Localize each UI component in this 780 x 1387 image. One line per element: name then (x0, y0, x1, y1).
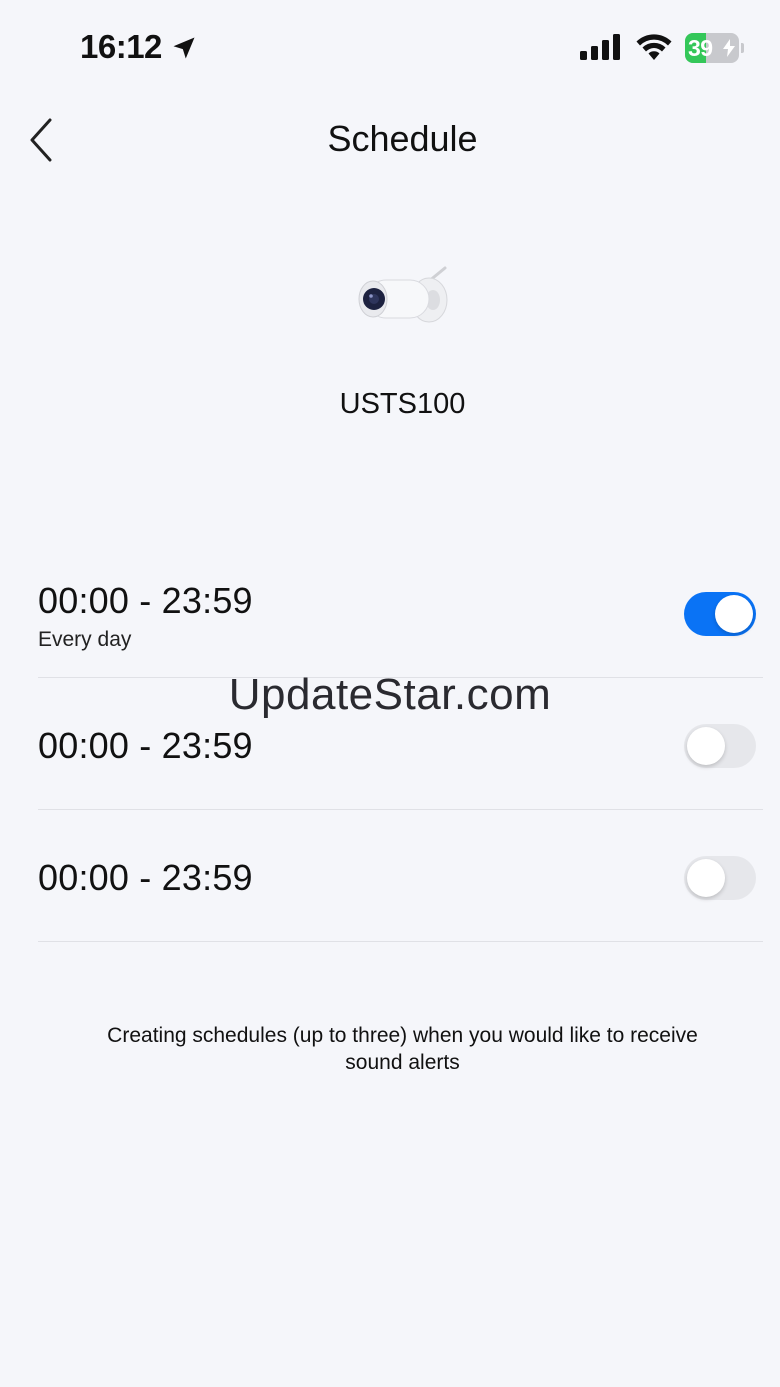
toggle-knob (715, 595, 753, 633)
footer-note: Creating schedules (up to three) when yo… (107, 1024, 698, 1074)
cellular-signal-icon (580, 34, 620, 60)
wifi-icon (636, 34, 672, 60)
schedule-toggle-2[interactable] (684, 724, 756, 768)
battery-charging-icon: 39 (685, 33, 744, 63)
schedule-toggle-1[interactable] (684, 592, 756, 636)
toggle-knob (687, 859, 725, 897)
schedule-row-1[interactable]: 00:00 - 23:59 Every day (38, 546, 763, 678)
toggle-knob (687, 727, 725, 765)
schedule-days: Every day (38, 628, 132, 651)
schedule-row-3[interactable]: 00:00 - 23:59 (38, 810, 763, 942)
page-title: Schedule (327, 118, 478, 159)
schedule-list: 00:00 - 23:59 Every day 00:00 - 23:59 00… (38, 546, 763, 942)
security-camera-icon (358, 266, 447, 323)
schedule-time: 00:00 - 23:59 (38, 725, 253, 766)
device-name: USTS100 (339, 388, 466, 420)
watermark: UpdateStar.com (228, 670, 552, 719)
nav-bar: Schedule (0, 96, 780, 186)
schedule-time: 00:00 - 23:59 (38, 857, 253, 898)
location-arrow-icon (173, 37, 195, 59)
device-header: USTS100 (0, 260, 780, 421)
charging-bolt-icon (723, 39, 735, 57)
schedule-time: 00:00 - 23:59 (38, 580, 253, 621)
status-bar: 16:12 39 (0, 0, 780, 96)
schedule-toggle-3[interactable] (684, 856, 756, 900)
status-time: 16:12 (80, 28, 162, 65)
